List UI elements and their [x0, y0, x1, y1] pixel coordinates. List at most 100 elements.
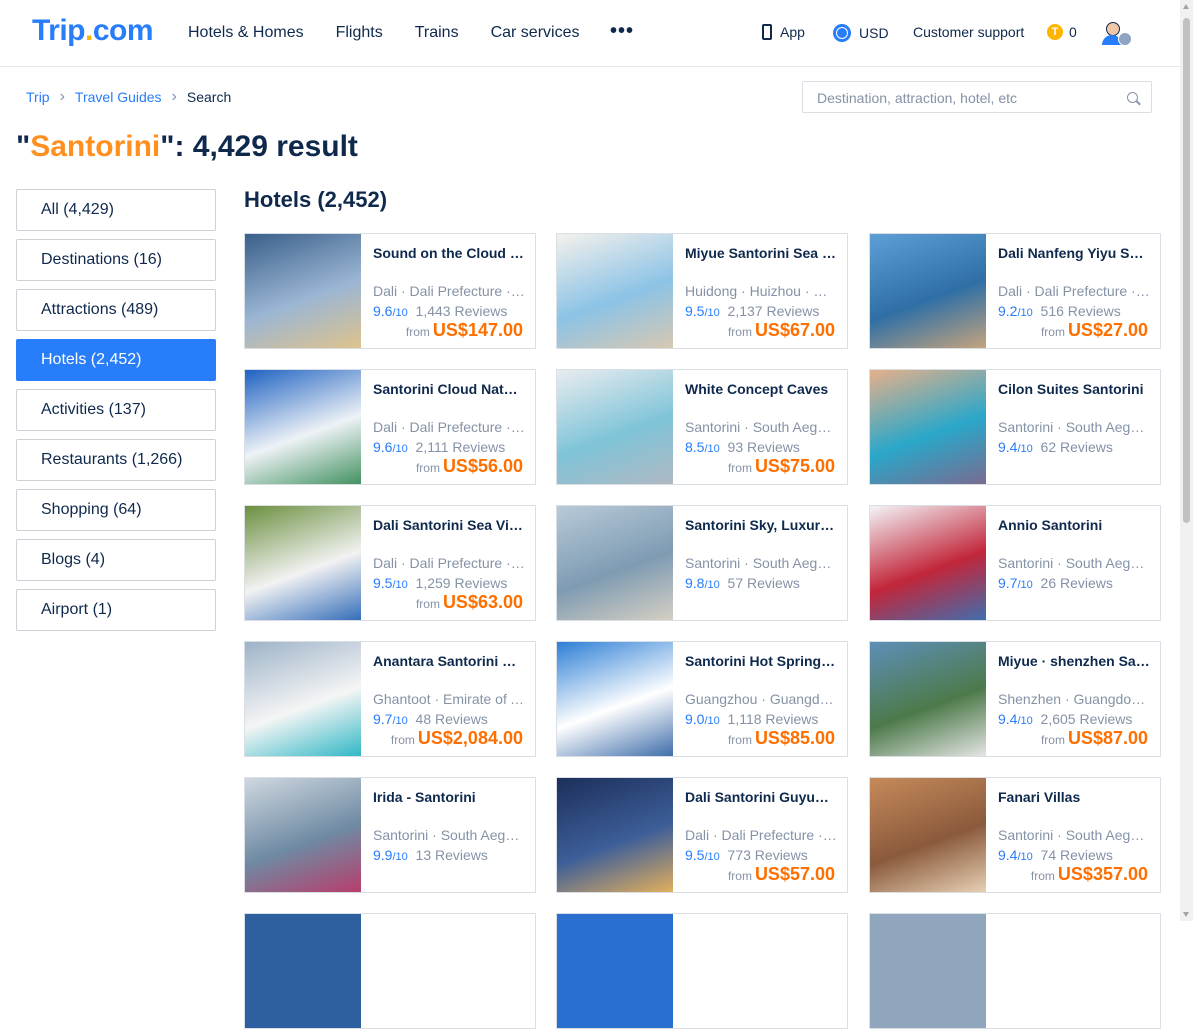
hotel-card[interactable]: Santorini Hot Spring Resort Guangzhou · G… — [556, 641, 848, 757]
nav-flights[interactable]: Flights — [336, 24, 383, 42]
sidebar-item-attractions[interactable]: Attractions (489) — [16, 289, 216, 331]
hotel-name[interactable]: Irida - Santorini — [373, 789, 525, 805]
more-menu-icon[interactable]: ••• — [610, 20, 634, 43]
coin-icon: T — [1047, 24, 1063, 40]
hotel-rating: 9.5/10 1,259 Reviews — [373, 575, 507, 591]
price-amount: US$85.00 — [754, 728, 835, 748]
hotel-photo[interactable] — [245, 914, 361, 1028]
hotel-name[interactable]: Dali Santorini Sea View Hotel — [373, 517, 525, 533]
coin-count: 0 — [1069, 24, 1077, 40]
hotel-name[interactable]: Annio Santorini — [998, 517, 1150, 533]
hotel-card[interactable]: Annio Santorini Santorini · South Aegean … — [869, 505, 1161, 621]
breadcrumb-travel-guides[interactable]: Travel Guides — [75, 89, 162, 105]
hotel-rating: 9.4/10 62 Reviews — [998, 439, 1113, 455]
scroll-up-arrow-icon[interactable] — [1183, 4, 1189, 9]
trip-logo[interactable]: Trip.com — [32, 14, 154, 48]
price-amount: US$63.00 — [442, 592, 523, 612]
hotel-photo[interactable] — [557, 778, 673, 892]
sidebar-item-activities[interactable]: Activities (137) — [16, 389, 216, 431]
rating-score: 8.5 — [685, 439, 705, 455]
nav-hotels-homes[interactable]: Hotels & Homes — [188, 24, 304, 42]
hotel-name[interactable]: Santorini Sky, Luxury Resort — [685, 517, 837, 533]
hotel-photo[interactable] — [870, 506, 986, 620]
hotel-photo[interactable] — [245, 506, 361, 620]
hotel-card[interactable]: Santorini Cloud Nature Hotel Dali · Dali … — [244, 369, 536, 485]
hotel-name[interactable]: Dali Nanfeng Yiyu Sea View Hotel — [998, 245, 1150, 261]
hotel-photo[interactable] — [557, 914, 673, 1028]
hotel-photo[interactable] — [557, 234, 673, 348]
currency-selector[interactable]: USD — [833, 24, 889, 42]
hotel-price: from US$85.00 — [728, 728, 835, 749]
sidebar-item-blogs[interactable]: Blogs (4) — [16, 539, 216, 581]
hotel-card[interactable] — [556, 913, 848, 1029]
hotel-photo[interactable] — [245, 370, 361, 484]
sidebar-item-hotels[interactable]: Hotels (2,452) — [16, 339, 216, 381]
hotel-name[interactable]: Cilon Suites Santorini — [998, 381, 1150, 397]
hotel-name[interactable]: Dali Santorini Guyun Hotel — [685, 789, 837, 805]
hotel-card[interactable]: Dali Santorini Sea View Hotel Dali · Dali… — [244, 505, 536, 621]
hotel-photo[interactable] — [870, 914, 986, 1028]
hotel-card[interactable]: Dali Nanfeng Yiyu Sea View Hotel Dali · D… — [869, 233, 1161, 349]
hotel-card[interactable]: Anantara Santorini Resort Ghantoot · Emir… — [244, 641, 536, 757]
hotel-name[interactable]: Miyue · shenzhen Santorini — [998, 653, 1150, 669]
hotel-card[interactable]: White Concept Caves Santorini · South Aeg… — [556, 369, 848, 485]
page-scrollbar[interactable] — [1180, 0, 1193, 921]
hotel-location: Dali · Dali Prefecture · Yunnan — [998, 283, 1150, 299]
nav-car-services[interactable]: Car services — [491, 24, 580, 42]
price-from-label: from — [415, 597, 440, 611]
hotel-name[interactable]: Santorini Hot Spring Resort — [685, 653, 837, 669]
hotel-card[interactable] — [244, 913, 536, 1029]
hotel-name[interactable]: Miyue Santorini Sea View Hotel — [685, 245, 837, 261]
hotel-photo[interactable] — [870, 234, 986, 348]
hotel-photo[interactable] — [245, 234, 361, 348]
scroll-down-arrow-icon[interactable] — [1183, 912, 1189, 917]
sidebar-item-all[interactable]: All (4,429) — [16, 189, 216, 231]
hotel-photo[interactable] — [870, 370, 986, 484]
hotel-rating: 9.4/10 2,605 Reviews — [998, 711, 1132, 727]
customer-support-link[interactable]: Customer support — [913, 24, 1024, 40]
hotel-name[interactable]: White Concept Caves — [685, 381, 837, 397]
hotel-name[interactable]: Santorini Cloud Nature Hotel — [373, 381, 525, 397]
hotel-photo[interactable] — [245, 642, 361, 756]
hotel-card[interactable]: Fanari Villas Santorini · South Aegean · … — [869, 777, 1161, 893]
sidebar-item-destinations[interactable]: Destinations (16) — [16, 239, 216, 281]
hotel-photo[interactable] — [245, 778, 361, 892]
search-box[interactable] — [802, 81, 1152, 113]
hotel-card[interactable]: Irida - Santorini Santorini · South Aegea… — [244, 777, 536, 893]
hotel-card[interactable]: Miyue · shenzhen Santorini Shenzhen · Gua… — [869, 641, 1161, 757]
nav-trains[interactable]: Trains — [415, 24, 459, 42]
sidebar-item-restaurants[interactable]: Restaurants (1,266) — [16, 439, 216, 481]
sidebar-item-airport[interactable]: Airport (1) — [16, 589, 216, 631]
search-input[interactable] — [815, 89, 1119, 107]
trip-coins[interactable]: T 0 — [1047, 24, 1077, 40]
hotel-card[interactable] — [869, 913, 1161, 1029]
hotel-photo[interactable] — [557, 506, 673, 620]
scrollbar-thumb[interactable] — [1183, 18, 1190, 523]
hotel-card[interactable]: Dali Santorini Guyun Hotel Dali · Dali Pr… — [556, 777, 848, 893]
user-avatar-icon[interactable] — [1100, 20, 1132, 46]
review-count: 26 Reviews — [1040, 575, 1113, 591]
search-query: Santorini — [30, 130, 161, 163]
hotel-price: from US$57.00 — [728, 864, 835, 885]
sidebar-item-shopping[interactable]: Shopping (64) — [16, 489, 216, 531]
hotel-photo[interactable] — [557, 370, 673, 484]
hotel-card[interactable]: Cilon Suites Santorini Santorini · South … — [869, 369, 1161, 485]
hotel-location: Huidong · Huizhou · Guangdong — [685, 283, 837, 299]
hotel-card[interactable]: Miyue Santorini Sea View Hotel Huidong · … — [556, 233, 848, 349]
phone-icon — [762, 24, 772, 40]
hotel-card[interactable]: Santorini Sky, Luxury Resort Santorini · … — [556, 505, 848, 621]
hotel-photo[interactable] — [870, 778, 986, 892]
hotel-location: Dali · Dali Prefecture · Yunnan — [373, 419, 525, 435]
app-download-link[interactable]: App — [762, 24, 805, 40]
hotel-name[interactable]: Anantara Santorini Resort — [373, 653, 525, 669]
hotel-name[interactable]: Fanari Villas — [998, 789, 1150, 805]
hotel-name[interactable]: Sound on the Cloud Sea View Hotel — [373, 245, 525, 261]
rating-out-of: /10 — [392, 443, 408, 455]
hotel-location: Guangzhou · Guangdong · China — [685, 691, 837, 707]
hotel-card[interactable]: Sound on the Cloud Sea View Hotel Dali · … — [244, 233, 536, 349]
hotel-photo[interactable] — [557, 642, 673, 756]
hotel-photo[interactable] — [870, 642, 986, 756]
category-sidebar: All (4,429) Destinations (16) Attraction… — [16, 189, 216, 639]
search-icon[interactable] — [1127, 92, 1138, 103]
breadcrumb-trip[interactable]: Trip — [26, 89, 50, 105]
